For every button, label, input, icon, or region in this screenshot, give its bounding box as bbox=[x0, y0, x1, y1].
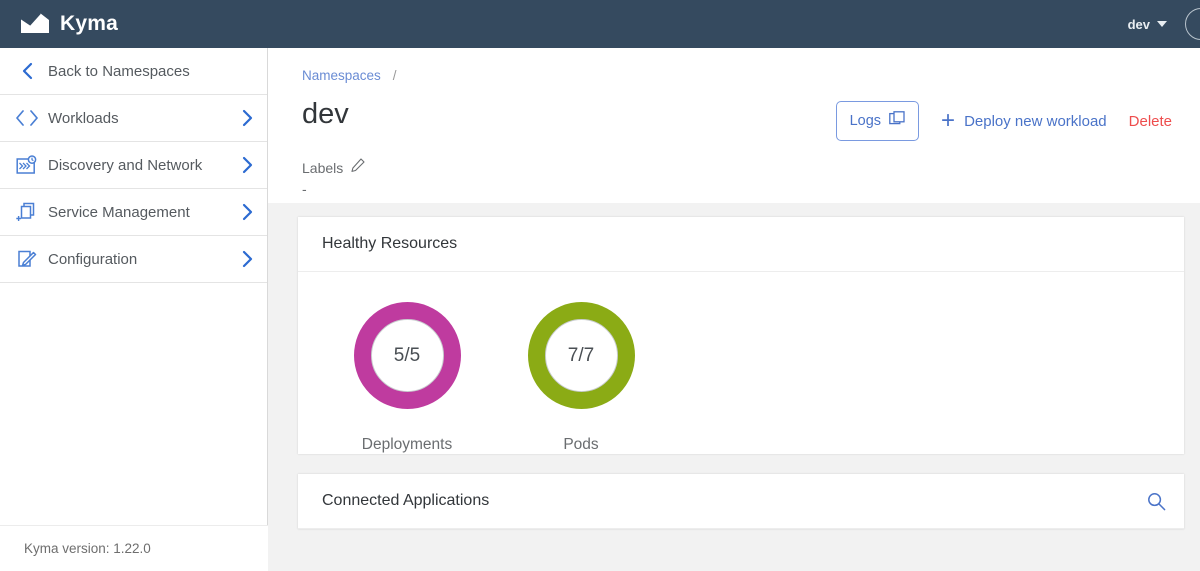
network-icon bbox=[12, 155, 42, 175]
card-title: Connected Applications bbox=[322, 492, 489, 510]
metric-label: Deployments bbox=[362, 436, 452, 454]
context-switcher[interactable]: dev bbox=[1128, 17, 1167, 32]
chevron-right-icon bbox=[241, 250, 253, 268]
labels-row: Labels bbox=[302, 158, 1172, 177]
donut-value: 7/7 bbox=[545, 319, 618, 392]
healthy-resources-card: Healthy Resources 5/5 Deployments 7/7 Po… bbox=[298, 217, 1184, 454]
sidebar-item-label: Workloads bbox=[42, 110, 119, 127]
breadcrumb: Namespaces / bbox=[302, 68, 1172, 83]
sidebar-item-workloads[interactable]: Workloads bbox=[0, 95, 267, 142]
plus-icon: + bbox=[941, 111, 955, 130]
donut-chart-deployments: 5/5 bbox=[354, 302, 461, 409]
deploy-new-workload-button[interactable]: + Deploy new workload bbox=[941, 111, 1107, 130]
sidebar-item-label: Discovery and Network bbox=[42, 157, 202, 174]
chevron-right-icon bbox=[241, 156, 253, 174]
chevron-down-icon bbox=[1157, 21, 1167, 27]
edit-document-icon bbox=[12, 249, 42, 269]
page-actions: Logs + Deploy new workload Delete bbox=[836, 100, 1172, 141]
add-document-icon bbox=[12, 202, 42, 222]
chevron-right-icon bbox=[241, 203, 253, 221]
labels-caption: Labels bbox=[302, 160, 343, 176]
breadcrumb-separator: / bbox=[393, 68, 397, 83]
sidebar-item-discovery-and-network[interactable]: Discovery and Network bbox=[0, 142, 267, 189]
user-avatar-icon[interactable] bbox=[1185, 8, 1200, 40]
breadcrumb-link-namespaces[interactable]: Namespaces bbox=[302, 68, 381, 83]
logs-button-label: Logs bbox=[850, 113, 881, 129]
brand-name: Kyma bbox=[60, 12, 118, 36]
sidebar-item-back-to-namespaces[interactable]: Back to Namespaces bbox=[0, 48, 267, 95]
header-right: dev bbox=[1128, 8, 1200, 40]
kyma-logo-icon bbox=[20, 11, 50, 37]
donut-value: 5/5 bbox=[371, 319, 444, 392]
chevron-left-icon bbox=[12, 62, 42, 80]
chevron-right-icon bbox=[241, 109, 253, 127]
deploy-button-label: Deploy new workload bbox=[964, 113, 1107, 130]
sidebar-item-configuration[interactable]: Configuration bbox=[0, 236, 267, 283]
logs-button[interactable]: Logs bbox=[836, 101, 919, 141]
sidebar-item-label: Service Management bbox=[42, 204, 190, 221]
context-label: dev bbox=[1128, 17, 1150, 32]
connected-applications-card: Connected Applications bbox=[298, 474, 1184, 529]
title-row: dev Logs + Deploy new workload Delete bbox=[302, 100, 1172, 141]
donut-chart-pods: 7/7 bbox=[528, 302, 635, 409]
connected-applications-header: Connected Applications bbox=[298, 474, 1184, 529]
healthy-resources-header: Healthy Resources bbox=[298, 217, 1184, 272]
metric-label: Pods bbox=[563, 436, 598, 454]
app-header: Kyma dev bbox=[0, 0, 1200, 48]
main-content: Namespaces / dev Logs + Deploy new bbox=[268, 48, 1200, 571]
search-icon[interactable] bbox=[1147, 492, 1166, 511]
card-spacer bbox=[298, 454, 1184, 474]
kyma-version: Kyma version: 1.22.0 bbox=[0, 525, 268, 571]
labels-value: - bbox=[302, 181, 1172, 197]
delete-button[interactable]: Delete bbox=[1129, 113, 1172, 130]
card-title: Healthy Resources bbox=[322, 235, 457, 253]
code-brackets-icon bbox=[12, 110, 42, 126]
page-header: Namespaces / dev Logs + Deploy new bbox=[268, 48, 1200, 203]
pencil-icon[interactable] bbox=[351, 158, 365, 177]
external-link-icon bbox=[889, 111, 905, 131]
content-area: Healthy Resources 5/5 Deployments 7/7 Po… bbox=[268, 203, 1200, 571]
metric-deployments[interactable]: 5/5 Deployments bbox=[320, 302, 494, 454]
brand[interactable]: Kyma bbox=[0, 11, 118, 37]
metric-pods[interactable]: 7/7 Pods bbox=[494, 302, 668, 454]
page-title: dev bbox=[302, 100, 349, 129]
sidebar-item-label: Configuration bbox=[42, 251, 137, 268]
sidebar-item-label: Back to Namespaces bbox=[42, 63, 190, 80]
sidebar: Back to Namespaces Workloads Discovery a… bbox=[0, 48, 268, 571]
healthy-resources-body: 5/5 Deployments 7/7 Pods bbox=[298, 272, 1184, 454]
sidebar-item-service-management[interactable]: Service Management bbox=[0, 189, 267, 236]
